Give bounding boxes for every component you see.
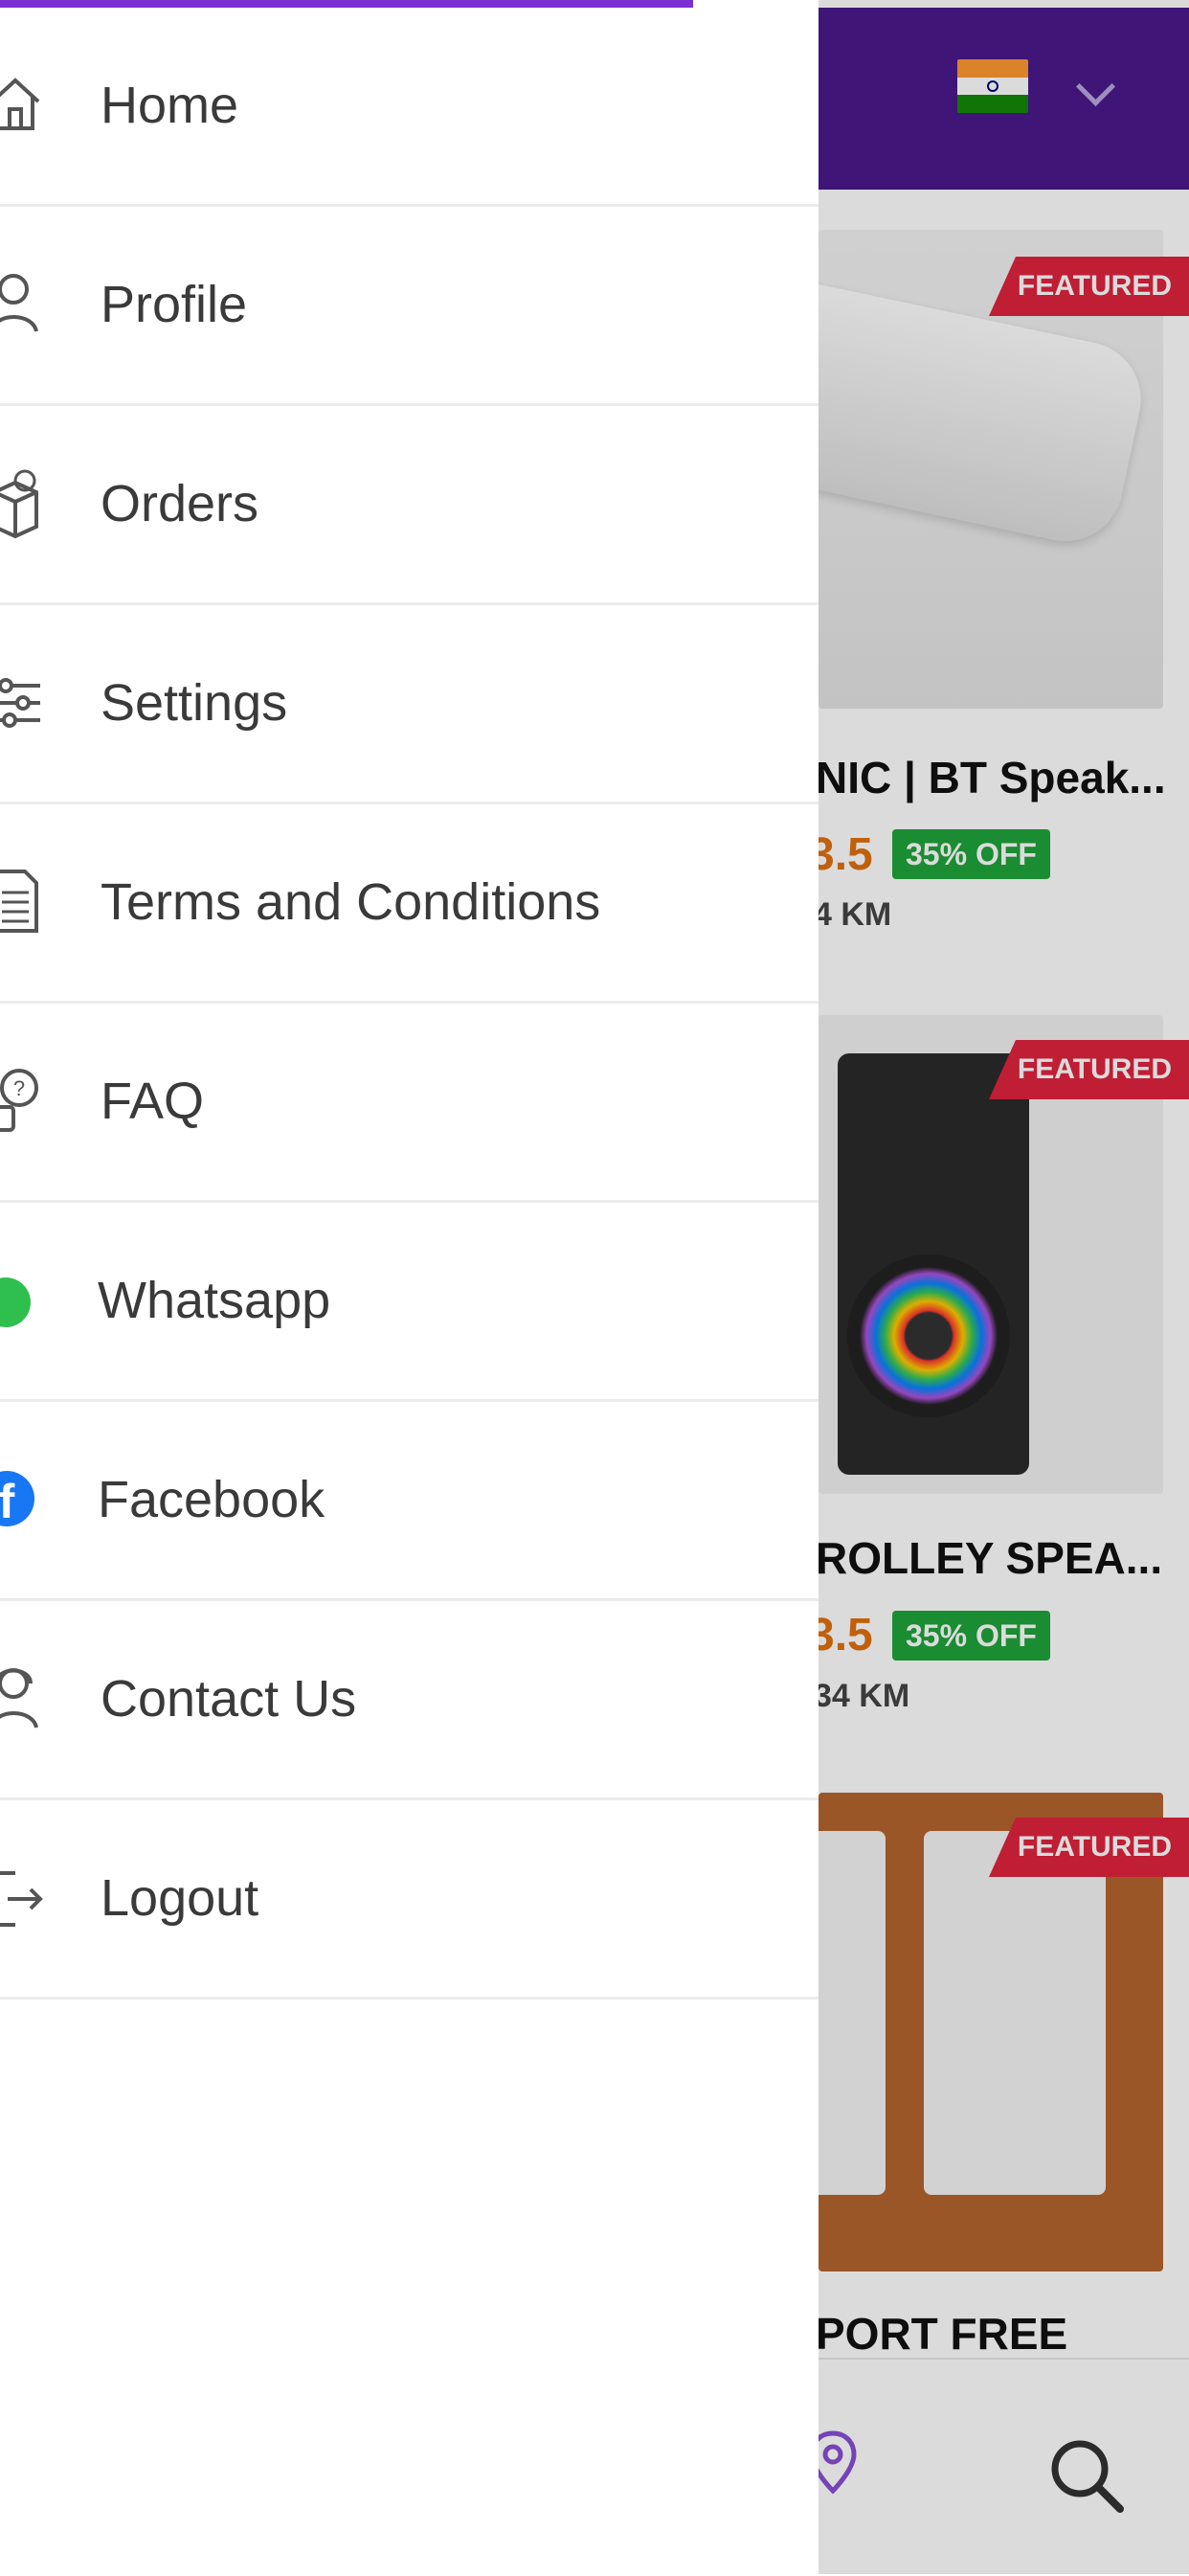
menu-item-label: Profile [101,276,248,333]
whatsapp-icon [0,1277,31,1327]
logout-icon [0,1871,43,1927]
menu-item-contact-us[interactable]: Contact Us [0,1601,819,1800]
menu-item-facebook[interactable]: f Facebook [0,1402,819,1601]
menu-item-label: Terms and Conditions [101,873,601,931]
user-icon [0,274,38,332]
menu-item-terms[interactable]: Terms and Conditions [0,804,819,1004]
menu-item-orders[interactable]: Orders [0,406,819,605]
facebook-icon: f [0,1471,34,1528]
document-icon [0,870,38,933]
menu-item-logout[interactable]: Logout [0,1800,819,2000]
drawer-accent-bar [0,0,693,8]
menu-item-label: Orders [101,475,259,532]
menu-item-label: Whatsapp [98,1272,331,1329]
menu-item-label: Settings [101,674,288,732]
menu-item-label: Contact Us [101,1670,357,1728]
menu-item-faq[interactable]: ? FAQ [0,1004,819,1203]
drawer-menu: Home Profile Orders Settings Terms and C… [0,8,819,2000]
menu-item-label: FAQ [101,1073,205,1130]
box-icon [0,469,38,539]
navigation-drawer: Home Profile Orders Settings Terms and C… [0,0,819,2574]
menu-item-label: Logout [101,1869,259,1927]
menu-item-label: Home [101,77,239,134]
support-agent-icon [0,1668,38,1729]
menu-item-whatsapp[interactable]: Whatsapp [0,1203,819,1402]
question-bubble-icon: ? [0,1069,38,1132]
menu-item-profile[interactable]: Profile [0,207,819,406]
menu-item-home[interactable]: Home [0,8,819,207]
menu-item-label: Facebook [98,1471,325,1528]
svg-text:?: ? [13,1076,25,1100]
sliders-icon [0,678,40,728]
home-icon [0,78,40,130]
menu-item-settings[interactable]: Settings [0,605,819,804]
